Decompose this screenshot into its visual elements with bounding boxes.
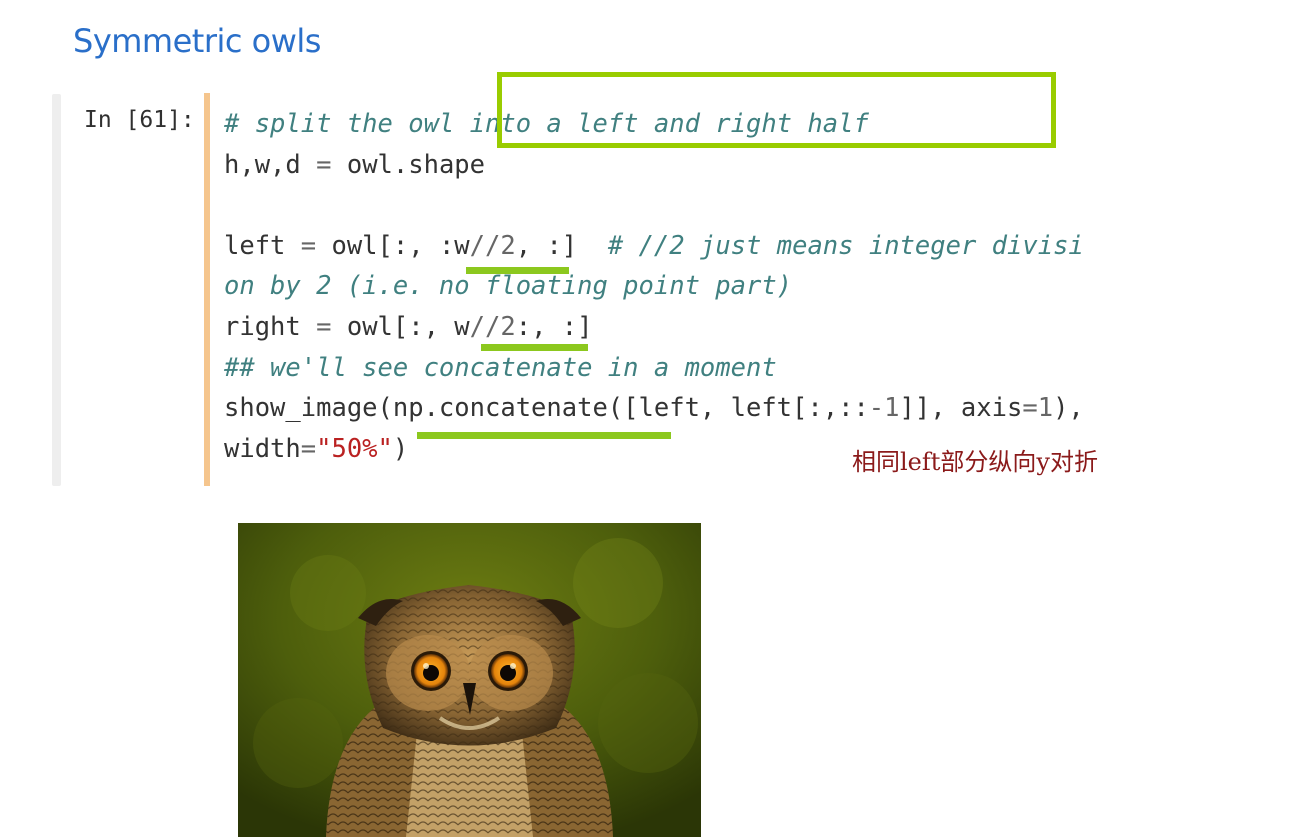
code-token: = xyxy=(316,149,332,180)
code-editor-border xyxy=(204,93,210,486)
code-token: "50%" xyxy=(316,433,393,464)
code-token: right xyxy=(224,311,317,342)
code-token: 2 xyxy=(500,311,516,342)
code-line: right = owl[:, w//2:, :] xyxy=(224,307,1234,348)
annotation-underline-right xyxy=(481,344,588,351)
code-line: on by 2 (i.e. no floating point part) xyxy=(224,266,1234,307)
code-token: = xyxy=(300,230,317,261)
code-token: # //2 just means integer divisi xyxy=(607,230,1084,261)
code-token: ]], axis xyxy=(899,393,1023,424)
code-token: owl.shape xyxy=(331,149,486,180)
code-token: = xyxy=(300,433,317,464)
code-token: // xyxy=(469,311,501,342)
code-token: ) xyxy=(392,433,409,464)
cell-prompt: In [61]: xyxy=(84,107,195,133)
code-token: = xyxy=(316,311,332,342)
code-line: left = owl[:, :w//2, :] # //2 just means… xyxy=(224,226,1234,267)
output-image xyxy=(238,523,701,837)
annotation-highlight-box xyxy=(497,72,1056,148)
annotation-underline-left xyxy=(466,267,569,274)
code-token: width xyxy=(224,433,301,464)
code-token: 1 xyxy=(1037,393,1054,424)
code-token: ), xyxy=(1053,393,1084,424)
annotation-note: 相同left部分纵向y对折 xyxy=(852,448,1098,476)
code-token: :, :] xyxy=(515,311,593,342)
code-editor[interactable]: # split the owl into a left and right ha… xyxy=(224,104,1234,469)
code-token: ## we'll see concatenate in a moment xyxy=(224,352,777,383)
code-token: on by 2 (i.e. no floating point part) xyxy=(224,271,793,302)
section-heading: Symmetric owls xyxy=(73,22,321,60)
code-token: = xyxy=(1022,393,1038,424)
owl-photo-icon xyxy=(238,523,701,837)
code-token: left xyxy=(224,230,301,261)
code-token: , :] xyxy=(515,230,608,261)
cell-selection-bar[interactable] xyxy=(52,94,61,486)
code-token: -1 xyxy=(868,393,900,424)
code-token: owl[:, w xyxy=(331,311,470,342)
code-token: h,w,d xyxy=(224,149,317,180)
code-line: ## we'll see concatenate in a moment xyxy=(224,348,1234,389)
code-token: 2 xyxy=(500,230,516,261)
code-token: // xyxy=(469,230,501,261)
annotation-underline-concatenate xyxy=(417,432,671,439)
code-token: owl[:, :w xyxy=(316,230,470,261)
code-token: show_image(np.concatenate([left, left[:,… xyxy=(224,393,869,424)
code-line: h,w,d = owl.shape xyxy=(224,145,1234,186)
code-line: show_image(np.concatenate([left, left[:,… xyxy=(224,388,1234,429)
